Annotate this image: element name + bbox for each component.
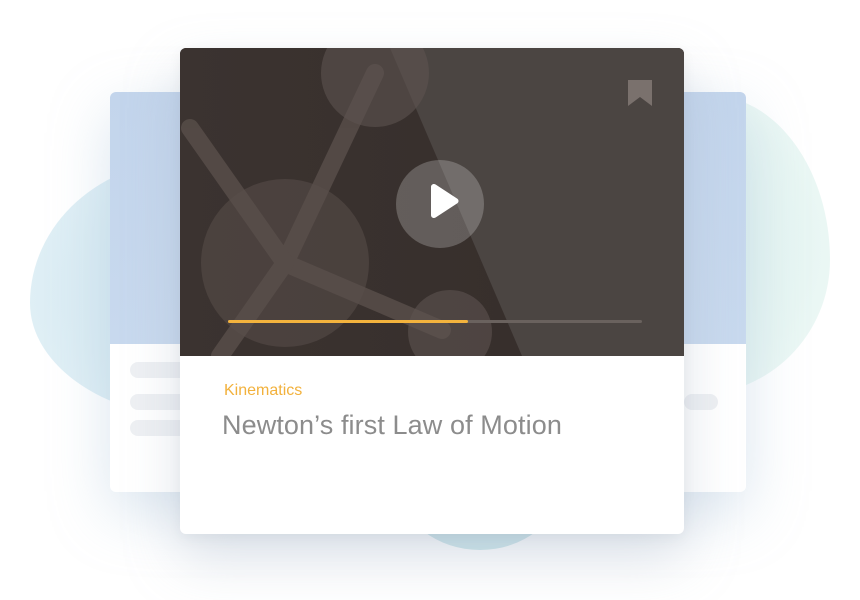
skeleton-line xyxy=(684,394,718,410)
video-player[interactable] xyxy=(180,48,684,356)
play-icon xyxy=(431,183,459,219)
bookmark-icon[interactable] xyxy=(628,80,652,106)
play-button[interactable] xyxy=(396,160,484,248)
progress-fill xyxy=(228,320,469,323)
illustration-stage: Kinematics Newton’s first Law of Motion xyxy=(0,0,860,600)
category-link[interactable]: Kinematics xyxy=(224,382,302,400)
progress-bar[interactable] xyxy=(228,320,642,323)
lesson-title: Newton’s first Law of Motion xyxy=(222,410,562,440)
lesson-card[interactable]: Kinematics Newton’s first Law of Motion xyxy=(180,48,684,534)
